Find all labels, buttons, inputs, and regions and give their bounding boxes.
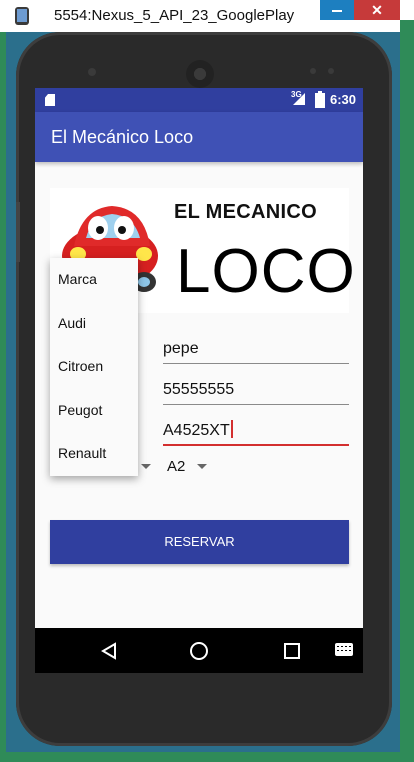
dropdown-item[interactable]: Renault — [50, 432, 138, 476]
banner-title-line2: LOCO — [176, 237, 356, 306]
emulator-window-title: 5554:Nexus_5_API_23_GooglePlay — [54, 7, 295, 24]
dropdown-item[interactable]: Citroen — [50, 345, 138, 389]
back-icon[interactable] — [101, 642, 117, 660]
close-button[interactable]: ✕ — [354, 0, 400, 20]
dropdown-item[interactable]: Marca — [50, 258, 138, 302]
phone-field[interactable]: 55555555 — [163, 373, 349, 405]
model-spinner-value: A2 — [167, 458, 186, 475]
device-screen: 3G 6:30 El Mecánico Loco EL MECANICO LOC… — [35, 88, 363, 673]
phone-side-button — [16, 202, 20, 262]
desktop-background-left — [0, 32, 6, 762]
name-field[interactable]: pepe — [163, 332, 349, 364]
battery-icon — [315, 91, 325, 108]
banner-title-line1: EL MECANICO — [174, 201, 317, 223]
plate-field-value: A4525XT — [163, 422, 230, 439]
sd-card-icon — [45, 94, 55, 106]
text-cursor — [230, 420, 233, 438]
reserve-button[interactable]: RESERVAR — [50, 520, 349, 564]
status-clock: 6:30 — [330, 92, 357, 107]
home-icon[interactable] — [190, 642, 208, 660]
plate-field-underline — [163, 444, 349, 446]
dropdown-item[interactable]: Audi — [50, 302, 138, 346]
brand-dropdown-menu: Marca Audi Citroen Peugot Renault — [50, 258, 138, 476]
navigation-bar — [35, 628, 363, 673]
phone-field-value: 55555555 — [163, 381, 235, 398]
emulator-app-icon — [15, 7, 29, 25]
status-bar: 3G 6:30 — [35, 88, 363, 112]
phone-speaker — [186, 60, 214, 88]
dropdown-item[interactable]: Peugot — [50, 389, 138, 433]
app-bar: El Mecánico Loco — [35, 112, 363, 162]
signal-icon — [293, 93, 305, 105]
phone-field-underline — [163, 404, 349, 405]
desktop-background — [400, 20, 414, 762]
plate-field-value-wrap: A4525XT — [163, 420, 233, 440]
model-spinner[interactable]: A2 — [165, 456, 225, 478]
app-title: El Mecánico Loco — [51, 127, 194, 147]
emulator-title-bar: 5554:Nexus_5_API_23_GooglePlay ✕ — [0, 0, 414, 32]
brand-spinner-arrow-icon[interactable] — [141, 464, 151, 469]
name-field-value: pepe — [163, 340, 199, 357]
desktop-background-bottom — [0, 752, 414, 762]
name-field-underline — [163, 363, 349, 364]
minimize-button[interactable] — [320, 0, 354, 20]
plate-field[interactable]: A4525XT — [163, 414, 349, 446]
phone-sensor — [328, 68, 334, 74]
model-spinner-arrow-icon — [197, 464, 207, 469]
keyboard-icon[interactable] — [335, 643, 353, 656]
recents-icon[interactable] — [284, 643, 300, 659]
phone-sensor — [88, 68, 96, 76]
phone-camera — [310, 68, 316, 74]
